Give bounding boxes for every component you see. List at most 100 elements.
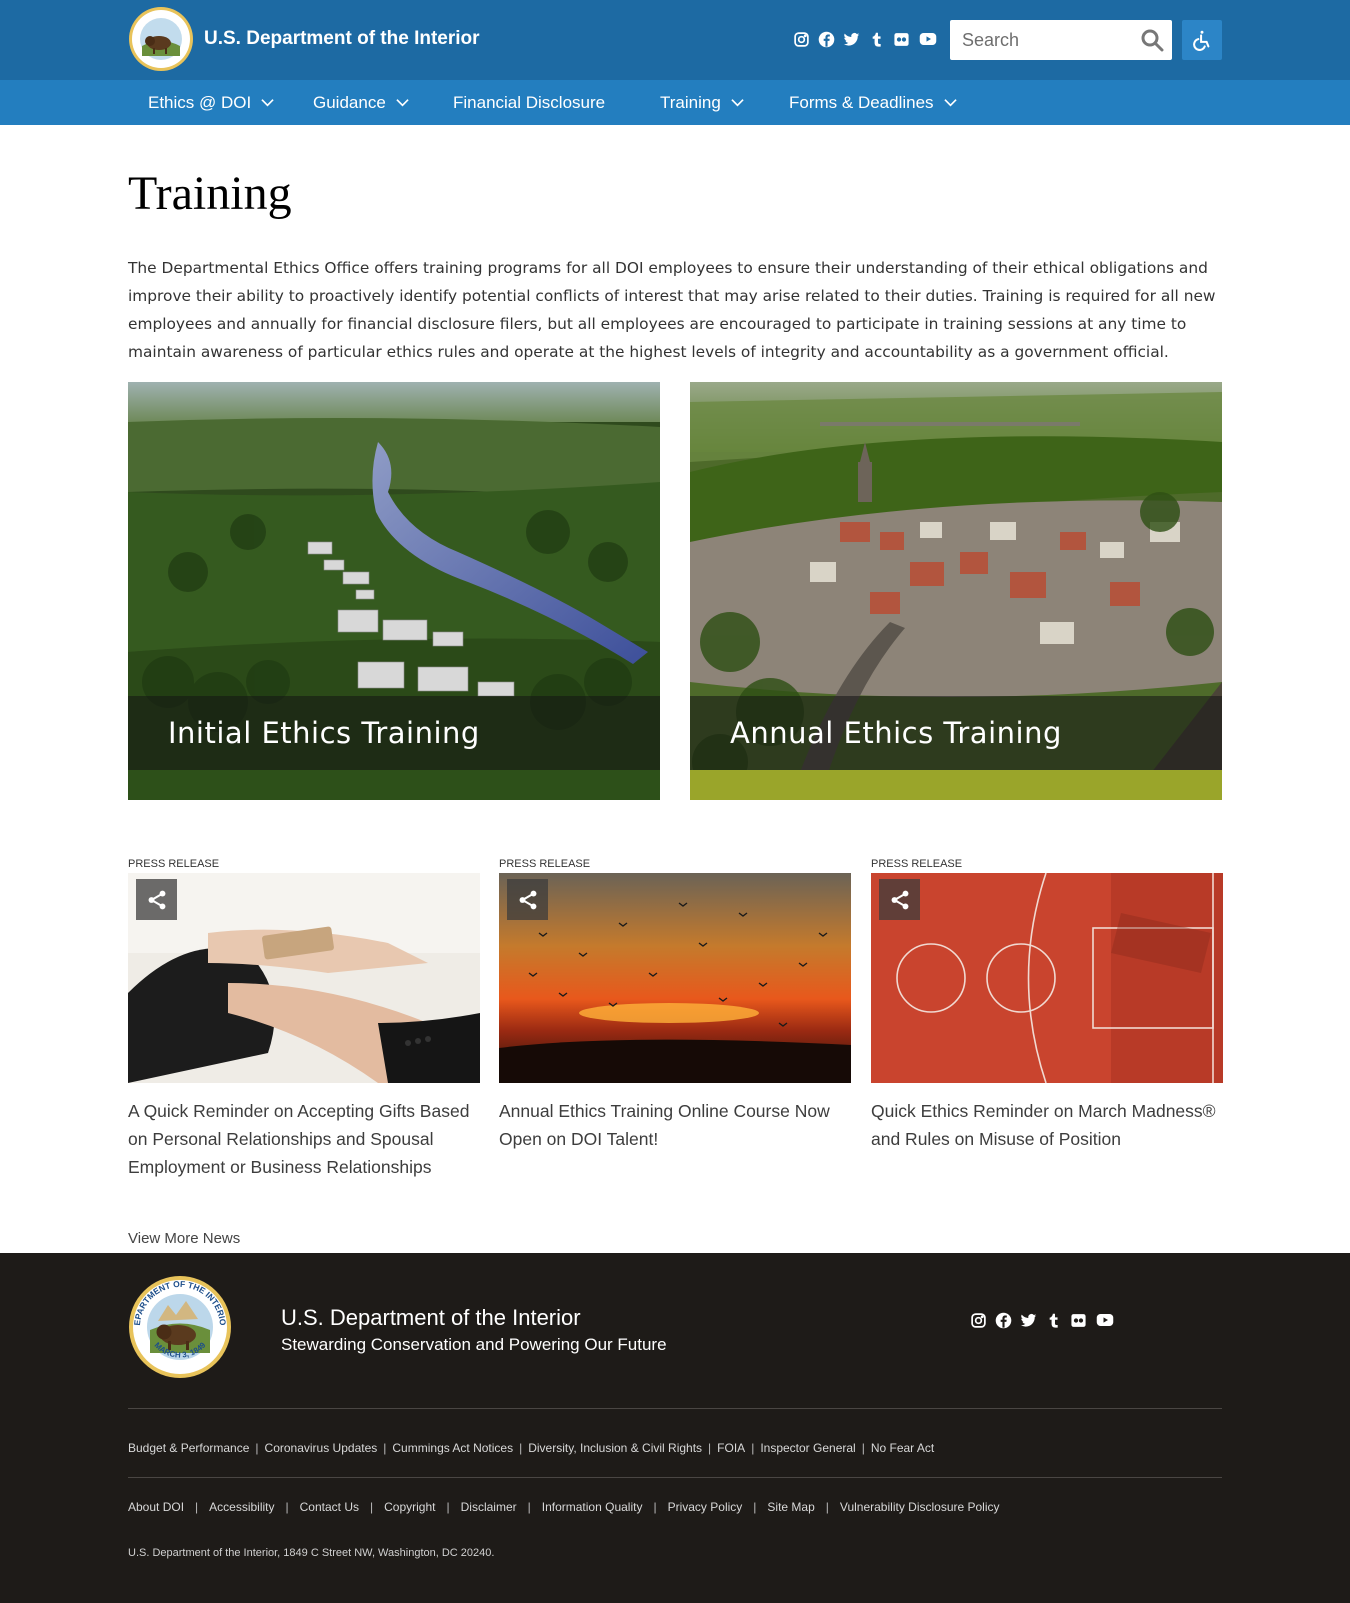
card-title-band: Annual Ethics Training <box>690 696 1222 770</box>
footer-divider <box>128 1408 1222 1409</box>
footer-link-disclaimer[interactable]: Disclaimer <box>461 1500 517 1514</box>
tumblr-icon[interactable] <box>1045 1312 1062 1329</box>
news-title[interactable]: A Quick Reminder on Accepting Gifts Base… <box>128 1097 480 1181</box>
share-icon <box>148 890 165 909</box>
nav-item-forms-deadlines[interactable]: Forms & Deadlines <box>789 80 957 125</box>
accessibility-icon <box>1193 30 1210 51</box>
chevron-down-icon <box>943 99 957 107</box>
share-icon <box>891 890 908 909</box>
brand-home-link[interactable]: U.S. Department of the Interior <box>128 6 480 72</box>
footer-link-about-doi[interactable]: About DOI <box>128 1500 184 1514</box>
news-image-link[interactable] <box>871 873 1223 1083</box>
share-icon <box>519 890 536 909</box>
twitter-icon[interactable] <box>843 31 860 48</box>
link-separator: | <box>753 1500 757 1514</box>
footer-link-accessibility[interactable]: Accessibility <box>209 1500 274 1514</box>
nav-item-label: Forms & Deadlines <box>789 92 934 112</box>
footer-link-coronavirus-updates[interactable]: Coronavirus Updates <box>265 1441 378 1455</box>
nav-item-label: Financial Disclosure <box>453 92 606 112</box>
chevron-down-icon <box>396 99 409 107</box>
nav-item-label: Training <box>660 92 721 112</box>
link-separator: | <box>527 1500 531 1514</box>
news-category: Press Release <box>871 858 963 870</box>
footer-link-vulnerability-disclosure[interactable]: Vulnerability Disclosure Policy <box>840 1500 1000 1514</box>
sunset-birds-image <box>499 873 851 1083</box>
gift-exchange-image <box>128 873 480 1083</box>
youtube-icon[interactable] <box>1095 1311 1115 1329</box>
nav-item-guidance[interactable]: Guidance <box>313 80 409 125</box>
nav-item-training[interactable]: Training <box>660 80 744 125</box>
footer-link-budget-performance[interactable]: Budget & Performance <box>128 1441 249 1455</box>
card-title: Initial Ethics Training <box>168 716 480 750</box>
footer-link-copyright[interactable]: Copyright <box>384 1500 435 1514</box>
main-nav: Ethics @ DOI Guidance Financial Disclosu… <box>0 80 1350 125</box>
accessibility-button[interactable] <box>1182 20 1222 60</box>
news-category: Press Release <box>499 858 591 870</box>
nav-item-financial-disclosure[interactable]: Financial Disclosure <box>453 80 605 125</box>
flickr-icon[interactable] <box>893 31 910 48</box>
flickr-icon[interactable] <box>1070 1312 1087 1329</box>
share-button[interactable] <box>136 879 177 920</box>
footer-link-no-fear-act[interactable]: No Fear Act <box>871 1441 934 1455</box>
link-separator: | <box>383 1441 387 1455</box>
link-separator: | <box>195 1500 199 1514</box>
news-image-link[interactable] <box>128 873 480 1083</box>
share-button[interactable] <box>879 879 920 920</box>
twitter-icon[interactable] <box>1020 1312 1037 1329</box>
news-item: Press Release Annual Ethics Tra <box>499 858 851 1153</box>
nav-item-label: Ethics @ DOI <box>148 92 252 112</box>
footer-org-name: U.S. Department of the Interior <box>281 1305 581 1330</box>
link-separator: | <box>370 1500 374 1514</box>
link-separator: | <box>708 1441 712 1455</box>
search-input[interactable] <box>950 20 1130 60</box>
site-footer: DEPARTMENT OF THE INTERIOR MARCH 3, 1849… <box>0 1253 1350 1603</box>
facebook-icon[interactable] <box>818 31 835 48</box>
footer-link-diversity-inclusion[interactable]: Diversity, Inclusion & Civil Rights <box>528 1441 702 1455</box>
link-separator: | <box>751 1441 755 1455</box>
news-item: Press Release A Quick Reminder on Accept… <box>128 858 480 1181</box>
card-title-band: Initial Ethics Training <box>128 696 660 770</box>
link-separator: | <box>446 1500 450 1514</box>
facebook-icon[interactable] <box>995 1312 1012 1329</box>
footer-link-privacy-policy[interactable]: Privacy Policy <box>668 1500 743 1514</box>
view-more-news-link[interactable]: View More News <box>128 1230 240 1247</box>
site-header: U.S. Department of the Interior <box>0 0 1350 80</box>
share-button[interactable] <box>507 879 548 920</box>
card-title: Annual Ethics Training <box>730 716 1062 750</box>
initial-ethics-training-card[interactable]: Initial Ethics Training <box>128 382 660 800</box>
youtube-icon[interactable] <box>918 30 938 48</box>
footer-divider <box>128 1477 1222 1478</box>
chevron-down-icon <box>261 99 274 107</box>
annual-ethics-training-card[interactable]: Annual Ethics Training <box>690 382 1222 800</box>
footer-link-site-map[interactable]: Site Map <box>767 1500 814 1514</box>
nav-item-label: Guidance <box>313 92 386 112</box>
news-title[interactable]: Annual Ethics Training Online Course Now… <box>499 1097 851 1153</box>
footer-link-information-quality[interactable]: Information Quality <box>542 1500 643 1514</box>
doi-seal-logo: DEPARTMENT OF THE INTERIOR MARCH 3, 1849 <box>128 1275 231 1378</box>
footer-link-inspector-general[interactable]: Inspector General <box>760 1441 855 1455</box>
instagram-icon[interactable] <box>793 31 810 48</box>
footer-link-foia[interactable]: FOIA <box>717 1441 745 1455</box>
footer-links-secondary: About DOI | Accessibility | Contact Us | Co… <box>128 1500 1000 1514</box>
footer-social-links <box>970 1311 1123 1329</box>
footer-links-primary: Budget & Performance | Coronavirus Update… <box>128 1441 934 1455</box>
news-image-link[interactable] <box>499 873 851 1083</box>
doi-seal-logo <box>129 7 193 71</box>
header-social-links <box>793 30 946 48</box>
link-separator: | <box>825 1500 829 1514</box>
link-separator: | <box>255 1441 259 1455</box>
link-separator: | <box>285 1500 289 1514</box>
footer-link-contact-us[interactable]: Contact Us <box>300 1500 359 1514</box>
search-icon[interactable] <box>1140 28 1164 52</box>
nav-item-ethics-at-doi[interactable]: Ethics @ DOI <box>148 80 274 125</box>
footer-tagline: Stewarding Conservation and Powering Our… <box>281 1335 667 1354</box>
basketball-court-image <box>871 873 1223 1083</box>
chevron-down-icon <box>731 99 744 107</box>
search-form <box>950 20 1172 60</box>
instagram-icon[interactable] <box>970 1312 987 1329</box>
news-item: Press Release Quick Ethics Reminder on M… <box>871 858 1223 1153</box>
tumblr-icon[interactable] <box>868 31 885 48</box>
footer-link-cummings-act-notices[interactable]: Cummings Act Notices <box>392 1441 513 1455</box>
news-title[interactable]: Quick Ethics Reminder on March Madness® … <box>871 1097 1223 1153</box>
link-separator: | <box>861 1441 865 1455</box>
